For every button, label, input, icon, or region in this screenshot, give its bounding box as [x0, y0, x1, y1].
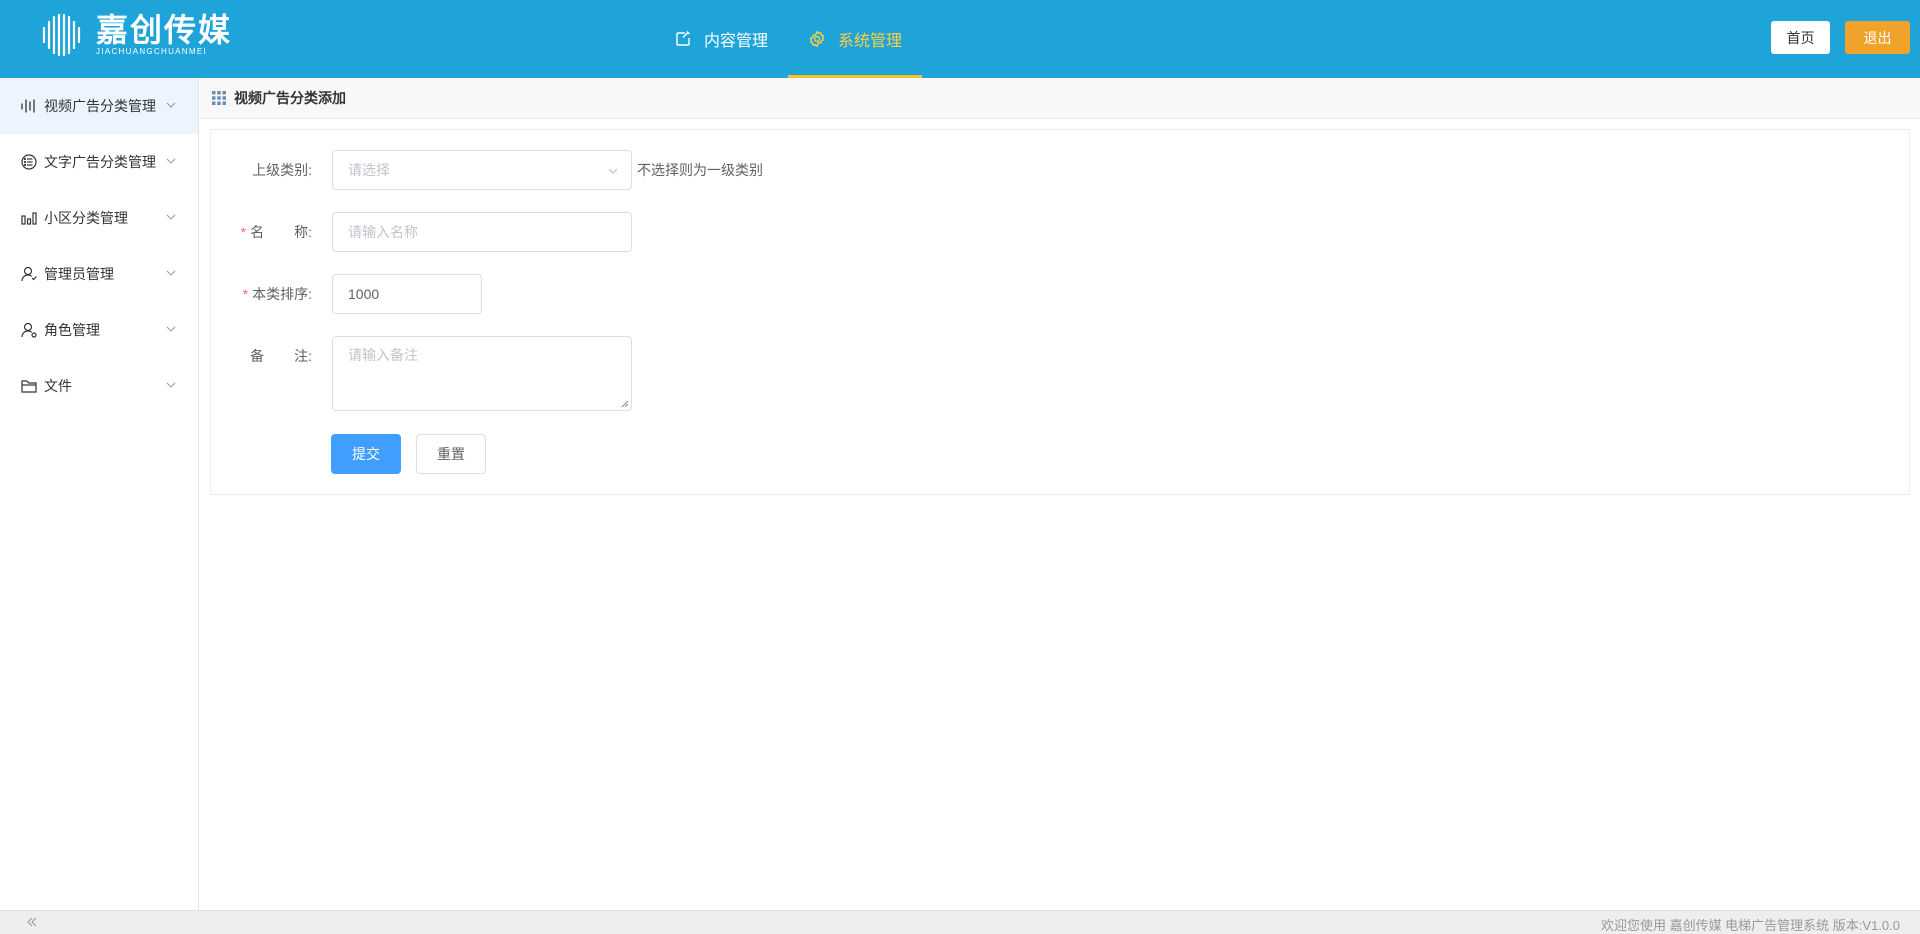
chevron-down-icon [166, 382, 176, 388]
sidebar-item-video-ad-category[interactable]: 视频广告分类管理 [0, 78, 198, 134]
form-row-parent: 上级类别: 请选择 不选择则为一级类别 [211, 150, 763, 190]
parent-hint: 不选择则为一级类别 [637, 162, 763, 178]
remark-label-a: 备 [250, 348, 265, 364]
sidebar-item-admin-management[interactable]: 管理员管理 [0, 246, 198, 302]
form-row-sort: * 本类排序: 1000 [211, 274, 482, 314]
required-mark: * [242, 286, 249, 302]
remark-textarea-placeholder: 请输入备注 [348, 347, 418, 363]
submit-button[interactable]: 提交 [331, 434, 401, 474]
sidebar-item-label: 文字广告分类管理 [44, 154, 156, 170]
tab-system-management[interactable]: 系统管理 [788, 0, 923, 78]
grid-icon [212, 91, 226, 105]
sidebar-item-label: 视频广告分类管理 [44, 98, 156, 114]
sidebar-item-text-ad-category[interactable]: 文字广告分类管理 [0, 134, 198, 190]
name-label-a: 名 [250, 224, 265, 240]
name-label-b: 称: [294, 224, 312, 240]
parent-label: 上级类别: [252, 162, 312, 178]
name-label: * 名 称: [211, 212, 312, 252]
footer-text: 欢迎您使用 嘉创传媒 电梯广告管理系统 版本:V1.0.0 [1600, 918, 1900, 933]
footer-bar: 欢迎您使用 嘉创传媒 电梯广告管理系统 版本:V1.0.0 [0, 910, 1920, 934]
bar-chart-icon [20, 209, 38, 227]
sidebar: 视频广告分类管理 文字广告分类管理 小区分类管理 管理员管理 角色管理 文件 [0, 78, 199, 910]
parent-select[interactable]: 请选择 [332, 150, 632, 190]
tab-content-management-label: 内容管理 [704, 33, 769, 50]
form-row-name: * 名 称: 请输入名称 [211, 212, 632, 252]
sidebar-item-label: 角色管理 [44, 322, 100, 338]
form-panel: 上级类别: 请选择 不选择则为一级类别 * 名称: 请输入名称 * 本类排序: 10… [210, 129, 1910, 495]
exit-button[interactable]: 退出 [1845, 21, 1910, 54]
logo-icon [42, 13, 81, 57]
sidebar-item-label: 管理员管理 [44, 266, 114, 282]
remark-label: 备 注: [211, 336, 312, 376]
home-button[interactable]: 首页 [1771, 21, 1830, 54]
video-bars-icon [20, 97, 38, 115]
user-role-icon [20, 321, 38, 339]
sidebar-item-community-category[interactable]: 小区分类管理 [0, 190, 198, 246]
double-chevron-left-icon[interactable] [26, 916, 38, 928]
tab-system-management-label: 系统管理 [838, 33, 903, 50]
chevron-down-icon [166, 214, 176, 220]
name-input[interactable]: 请输入名称 [332, 212, 632, 252]
sidebar-item-label: 文件 [44, 378, 72, 394]
name-input-placeholder: 请输入名称 [348, 224, 418, 240]
edit-square-icon [674, 30, 692, 48]
brand-title: 嘉创传媒 [96, 12, 233, 48]
chevron-down-icon [166, 270, 176, 276]
remark-label-b: 注: [294, 348, 312, 364]
brand-logo[interactable]: 嘉创传媒 JIACHUANGCHUANMEI [40, 12, 232, 58]
remark-textarea[interactable]: 请输入备注 [332, 336, 632, 411]
reset-button[interactable]: 重置 [416, 434, 486, 474]
brand-text: 嘉创传媒 JIACHUANGCHUANMEI [96, 13, 232, 57]
chevron-down-icon [166, 326, 176, 332]
chevron-down-icon [608, 168, 618, 174]
page-title: 视频广告分类添加 [234, 90, 346, 106]
chevron-down-icon [166, 158, 176, 164]
sort-label: * 本类排序: [211, 274, 312, 314]
tab-content-management[interactable]: 内容管理 [654, 0, 788, 78]
top-header: 嘉创传媒 JIACHUANGCHUANMEI 内容管理 系统管理 首页 退出 [0, 0, 1920, 78]
user-icon [20, 265, 38, 283]
sidebar-item-role-management[interactable]: 角色管理 [0, 302, 198, 358]
folder-icon [20, 377, 38, 395]
sidebar-item-files[interactable]: 文件 [0, 358, 198, 414]
brand-subtitle: JIACHUANGCHUANMEI [96, 47, 207, 56]
gear-icon [808, 30, 826, 48]
list-circle-icon [20, 153, 38, 171]
sort-input[interactable]: 1000 [332, 274, 482, 314]
sort-input-value: 1000 [348, 286, 380, 302]
chevron-down-icon [166, 102, 176, 108]
form-row-remark: 备 注: 请输入备注 [211, 336, 632, 411]
top-nav: 内容管理 系统管理 [654, 0, 923, 78]
sort-label-text: 本类排序: [252, 286, 312, 302]
parent-select-placeholder: 请选择 [348, 162, 390, 178]
sidebar-item-label: 小区分类管理 [44, 210, 128, 226]
breadcrumb: 视频广告分类添加 [200, 78, 1920, 119]
required-mark: * [240, 224, 247, 240]
resize-handle-icon[interactable] [621, 400, 629, 408]
